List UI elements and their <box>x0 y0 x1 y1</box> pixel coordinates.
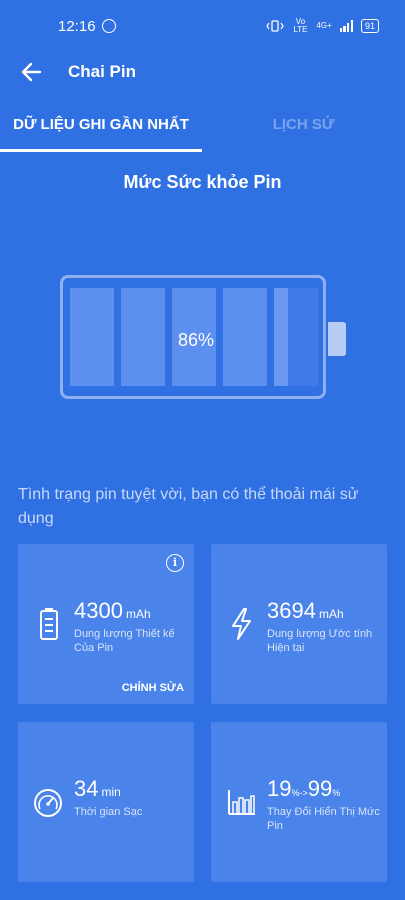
display-change-arrow: %-> <box>291 788 308 798</box>
bar-chart-icon <box>228 790 255 815</box>
charge-time-value: 34 min <box>74 776 121 801</box>
health-percent: 86% <box>177 330 215 350</box>
design-capacity-value: 4300 mAh <box>74 598 151 623</box>
battery-level-gauge: 86% <box>60 275 326 399</box>
messenger-icon <box>102 19 116 33</box>
tab-recent-data[interactable]: DỮ LIỆU GHI GẦN NHẤT <box>0 100 202 150</box>
estimated-capacity-value: 3694 mAh <box>267 598 344 623</box>
info-icon[interactable]: i <box>166 554 184 572</box>
display-change-value: 19%->99% <box>267 776 341 801</box>
active-tab-indicator <box>0 149 202 152</box>
design-capacity-unit: mAh <box>125 607 151 621</box>
charge-time-label: Thời gian Sạc <box>74 806 143 818</box>
tab-history[interactable]: LỊCH SỬ <box>202 100 405 150</box>
tab-bar: DỮ LIỆU GHI GẦN NHẤT LỊCH SỬ <box>0 100 405 152</box>
display-change-unit: % <box>332 788 341 798</box>
display-change-label: Thay Đổi Hiển Thị Mức Pin <box>267 806 380 832</box>
signal-icon <box>339 20 353 32</box>
battery-icon <box>40 608 58 640</box>
app-bar: Chai Pin <box>0 52 405 92</box>
4g-label: 4G+ <box>316 21 332 30</box>
lightning-icon <box>232 608 251 640</box>
charge-time-card: 34 min Thời gian Sạc <box>18 722 194 882</box>
display-change-card: 19%->99% Thay Đổi Hiển Thị Mức Pin <box>211 722 387 882</box>
design-capacity-label: Dung lượng Thiết kế Của Pin <box>74 628 175 654</box>
speedometer-icon <box>34 789 62 817</box>
estimated-capacity-unit: mAh <box>318 607 344 621</box>
status-bar: 12:16 Vo LTE 4G+ 91 <box>0 0 405 52</box>
volte-label: Vo LTE <box>293 17 308 34</box>
back-arrow-icon[interactable] <box>18 58 46 86</box>
vibrate-icon <box>266 20 285 32</box>
page-title: Chai Pin <box>68 62 137 81</box>
battery-tip <box>328 322 346 356</box>
status-indicators: Vo LTE 4G+ 91 <box>266 18 379 34</box>
health-title: Mức Sức khỏe Pin <box>123 172 282 192</box>
charge-time-unit: min <box>101 785 121 799</box>
battery-status: 91 <box>360 19 379 33</box>
edit-button[interactable]: CHỈNH SỬA <box>122 682 184 694</box>
design-capacity-card: i 4300 mAh Dung lượng Thiết kế Của Pin CH… <box>18 544 194 704</box>
status-time: 12:16 <box>58 18 96 35</box>
battery-status-text: Tình trạng pin tuyệt vời, bạn có thể tho… <box>18 486 359 527</box>
estimated-capacity-label: Dung lượng Ước tính Hiện tại <box>267 628 373 654</box>
estimated-capacity-card: 3694 mAh Dung lượng Ước tính Hiện tại <box>211 544 387 704</box>
